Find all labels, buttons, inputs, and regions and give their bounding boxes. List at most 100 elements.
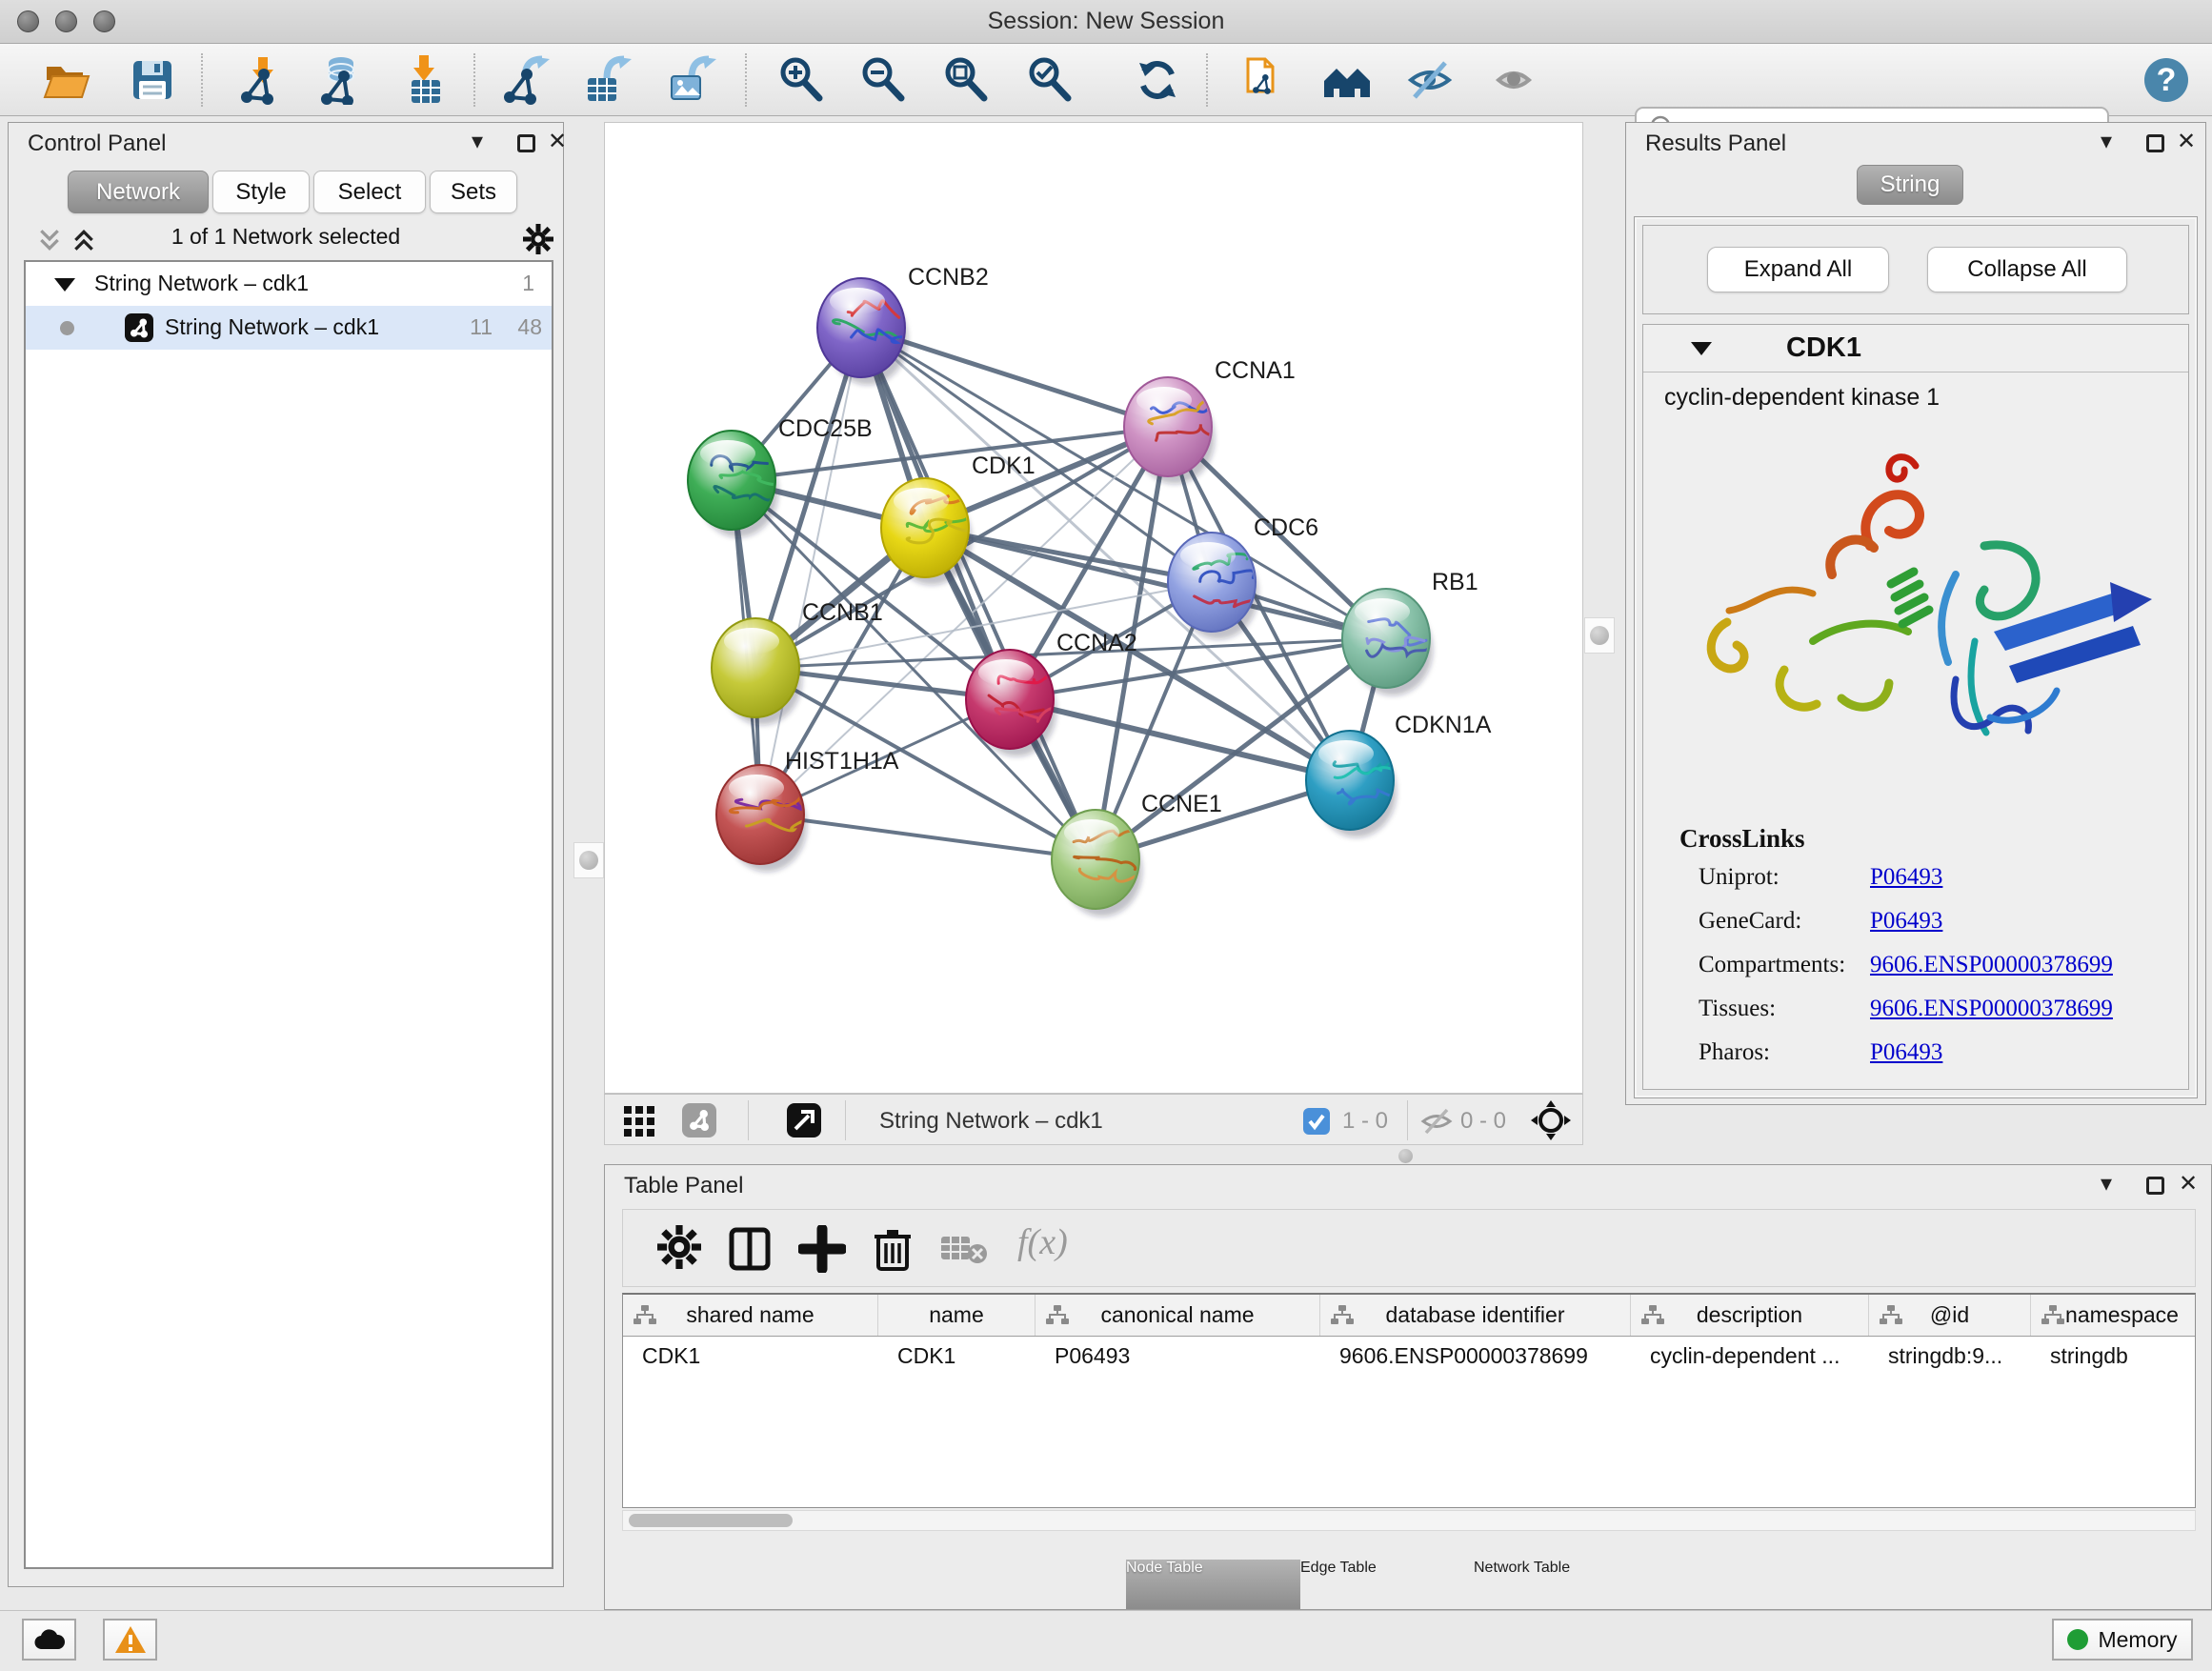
crosslink-link[interactable]: P06493 <box>1870 864 1942 891</box>
import-network-button[interactable] <box>233 53 287 107</box>
node-card-header[interactable]: CDK1 <box>1643 325 2188 372</box>
export-table-button[interactable] <box>580 53 633 107</box>
network-edge[interactable] <box>760 815 1096 859</box>
crosslink-link[interactable]: 9606.ENSP00000378699 <box>1870 952 2113 978</box>
delete-column-trash-icon[interactable] <box>869 1225 916 1273</box>
panel-menu-icon[interactable]: ▾ <box>2101 1171 2112 1198</box>
tab-node-table[interactable]: Node Table <box>1126 1560 1300 1609</box>
close-panel-icon[interactable]: ✕ <box>2179 1171 2198 1198</box>
collapse-card-icon[interactable] <box>1691 342 1712 355</box>
network-node-CDKN1A[interactable]: CDKN1A <box>1306 712 1492 837</box>
tab-string[interactable]: String <box>1857 165 1963 205</box>
zoom-in-button[interactable] <box>775 53 829 107</box>
expand-all-button[interactable]: Expand All <box>1707 247 1889 292</box>
warnings-button[interactable] <box>103 1619 157 1661</box>
hide-unhide-button[interactable] <box>1403 53 1457 107</box>
crosslink-link[interactable]: P06493 <box>1870 908 1942 935</box>
collapse-all-button[interactable]: Collapse All <box>1927 247 2127 292</box>
zoom-fit-button[interactable] <box>940 53 994 107</box>
open-session-button[interactable] <box>40 53 93 107</box>
hidden-eye-slash-icon <box>1420 1107 1453 1136</box>
apply-layout-button[interactable] <box>1131 53 1184 107</box>
right-splitter-handle[interactable] <box>1584 617 1615 654</box>
network-edge[interactable] <box>925 528 1386 638</box>
column-header--id[interactable]: @id <box>1869 1295 2031 1336</box>
table-options-gear-icon[interactable] <box>657 1225 701 1269</box>
import-network-from-database-button[interactable] <box>313 53 367 107</box>
export-network-button[interactable] <box>498 53 552 107</box>
column-header-shared-name[interactable]: shared name <box>623 1295 878 1336</box>
left-splitter-handle[interactable] <box>573 842 604 878</box>
network-canvas[interactable]: CCNB2CCNA1CDC25BCDK1CDC6RB1CCNB1CCNA2CDK… <box>604 122 1583 1094</box>
show-graphics-button[interactable] <box>1487 53 1540 107</box>
column-header-database-identifier[interactable]: database identifier <box>1320 1295 1631 1336</box>
network-home-button[interactable] <box>1320 53 1374 107</box>
main-toolbar: ? <box>0 44 2212 116</box>
tab-edge-table[interactable]: Edge Table <box>1300 1560 1474 1609</box>
panel-menu-icon[interactable]: ▾ <box>472 129 483 155</box>
tab-network[interactable]: Network <box>68 171 209 213</box>
network-node-CCNE1[interactable]: CCNE1 <box>1052 791 1222 916</box>
close-panel-icon[interactable]: ✕ <box>2177 129 2196 155</box>
cloud-status-button[interactable] <box>22 1619 76 1661</box>
help-button[interactable]: ? <box>2140 53 2193 107</box>
gear-icon[interactable] <box>523 224 553 254</box>
node-label: CDKN1A <box>1395 712 1492 738</box>
network-collection-row[interactable]: String Network – cdk1 1 <box>26 262 552 306</box>
zoom-selected-button[interactable] <box>1024 53 1077 107</box>
tab-style[interactable]: Style <box>212 171 310 213</box>
horizontal-scrollbar[interactable] <box>622 1510 2196 1531</box>
memory-button[interactable]: Memory <box>2052 1619 2193 1661</box>
network-row-selected[interactable]: String Network – cdk1 11 48 <box>26 306 552 350</box>
svg-text:?: ? <box>2157 62 2177 98</box>
network-node-CDC6[interactable]: CDC6 <box>1168 514 1318 639</box>
delete-table-icon <box>941 1235 991 1265</box>
float-panel-icon[interactable] <box>517 134 535 152</box>
help-icon: ? <box>2142 55 2191 105</box>
import-table-icon <box>400 55 450 105</box>
show-columns-icon[interactable] <box>726 1225 774 1273</box>
node-label: CCNB2 <box>908 264 989 291</box>
network-edge[interactable] <box>1010 699 1350 780</box>
selected-checkbox-icon[interactable] <box>1302 1107 1331 1136</box>
tab-sets[interactable]: Sets <box>430 171 517 213</box>
import-table-button[interactable] <box>398 53 452 107</box>
share-network-file-button[interactable] <box>1235 53 1288 107</box>
add-column-plus-icon[interactable] <box>798 1225 846 1273</box>
crosslink-link[interactable]: 9606.ENSP00000378699 <box>1870 996 2113 1022</box>
horizontal-splitter-handle[interactable] <box>1398 1149 1413 1163</box>
crosslink-link[interactable]: P06493 <box>1870 1039 1942 1066</box>
network-node-RB1[interactable]: RB1 <box>1342 569 1478 695</box>
splitter-knob <box>579 851 598 870</box>
node-table[interactable]: shared name name canonical name database id… <box>622 1293 2196 1508</box>
table-cell: cyclin-dependent ... <box>1631 1337 1869 1377</box>
zoom-out-button[interactable] <box>857 53 911 107</box>
column-header-canonical-name[interactable]: canonical name <box>1036 1295 1320 1336</box>
save-session-button[interactable] <box>126 53 179 107</box>
open-in-new-window-icon[interactable] <box>786 1102 822 1138</box>
close-panel-icon[interactable]: ✕ <box>548 129 567 155</box>
birds-eye-view-icon[interactable] <box>622 1102 658 1138</box>
table-row[interactable]: CDK1CDK1P064939606.ENSP00000378699cyclin… <box>623 1337 2195 1377</box>
tab-network-table[interactable]: Network Table <box>1474 1560 1685 1609</box>
network-edge[interactable] <box>861 328 1096 859</box>
tab-select[interactable]: Select <box>313 171 426 213</box>
float-panel-icon[interactable] <box>2146 134 2164 152</box>
protein-structure-image <box>1670 432 2165 794</box>
column-header-namespace[interactable]: namespace <box>2031 1295 2196 1336</box>
crosslink-label: GeneCard: <box>1699 908 1801 934</box>
column-header-description[interactable]: description <box>1631 1295 1869 1336</box>
expand-collection-icon[interactable] <box>54 278 75 292</box>
statusbar-separator <box>845 1100 846 1140</box>
network-node-HIST1H1A[interactable]: HIST1H1A <box>716 748 899 872</box>
export-image-button[interactable] <box>665 53 718 107</box>
float-panel-icon[interactable] <box>2146 1177 2164 1195</box>
network-overview-icon[interactable] <box>681 1102 717 1138</box>
panel-menu-icon[interactable]: ▾ <box>2101 129 2112 155</box>
fit-content-crosshair-icon[interactable] <box>1531 1100 1571 1140</box>
scrollbar-thumb[interactable] <box>629 1514 793 1527</box>
column-header-name[interactable]: name <box>878 1295 1036 1336</box>
column-label: canonical name <box>1100 1302 1254 1328</box>
column-label: name <box>929 1302 984 1328</box>
network-graph[interactable]: CCNB2CCNA1CDC25BCDK1CDC6RB1CCNB1CCNA2CDK… <box>605 123 1582 1093</box>
